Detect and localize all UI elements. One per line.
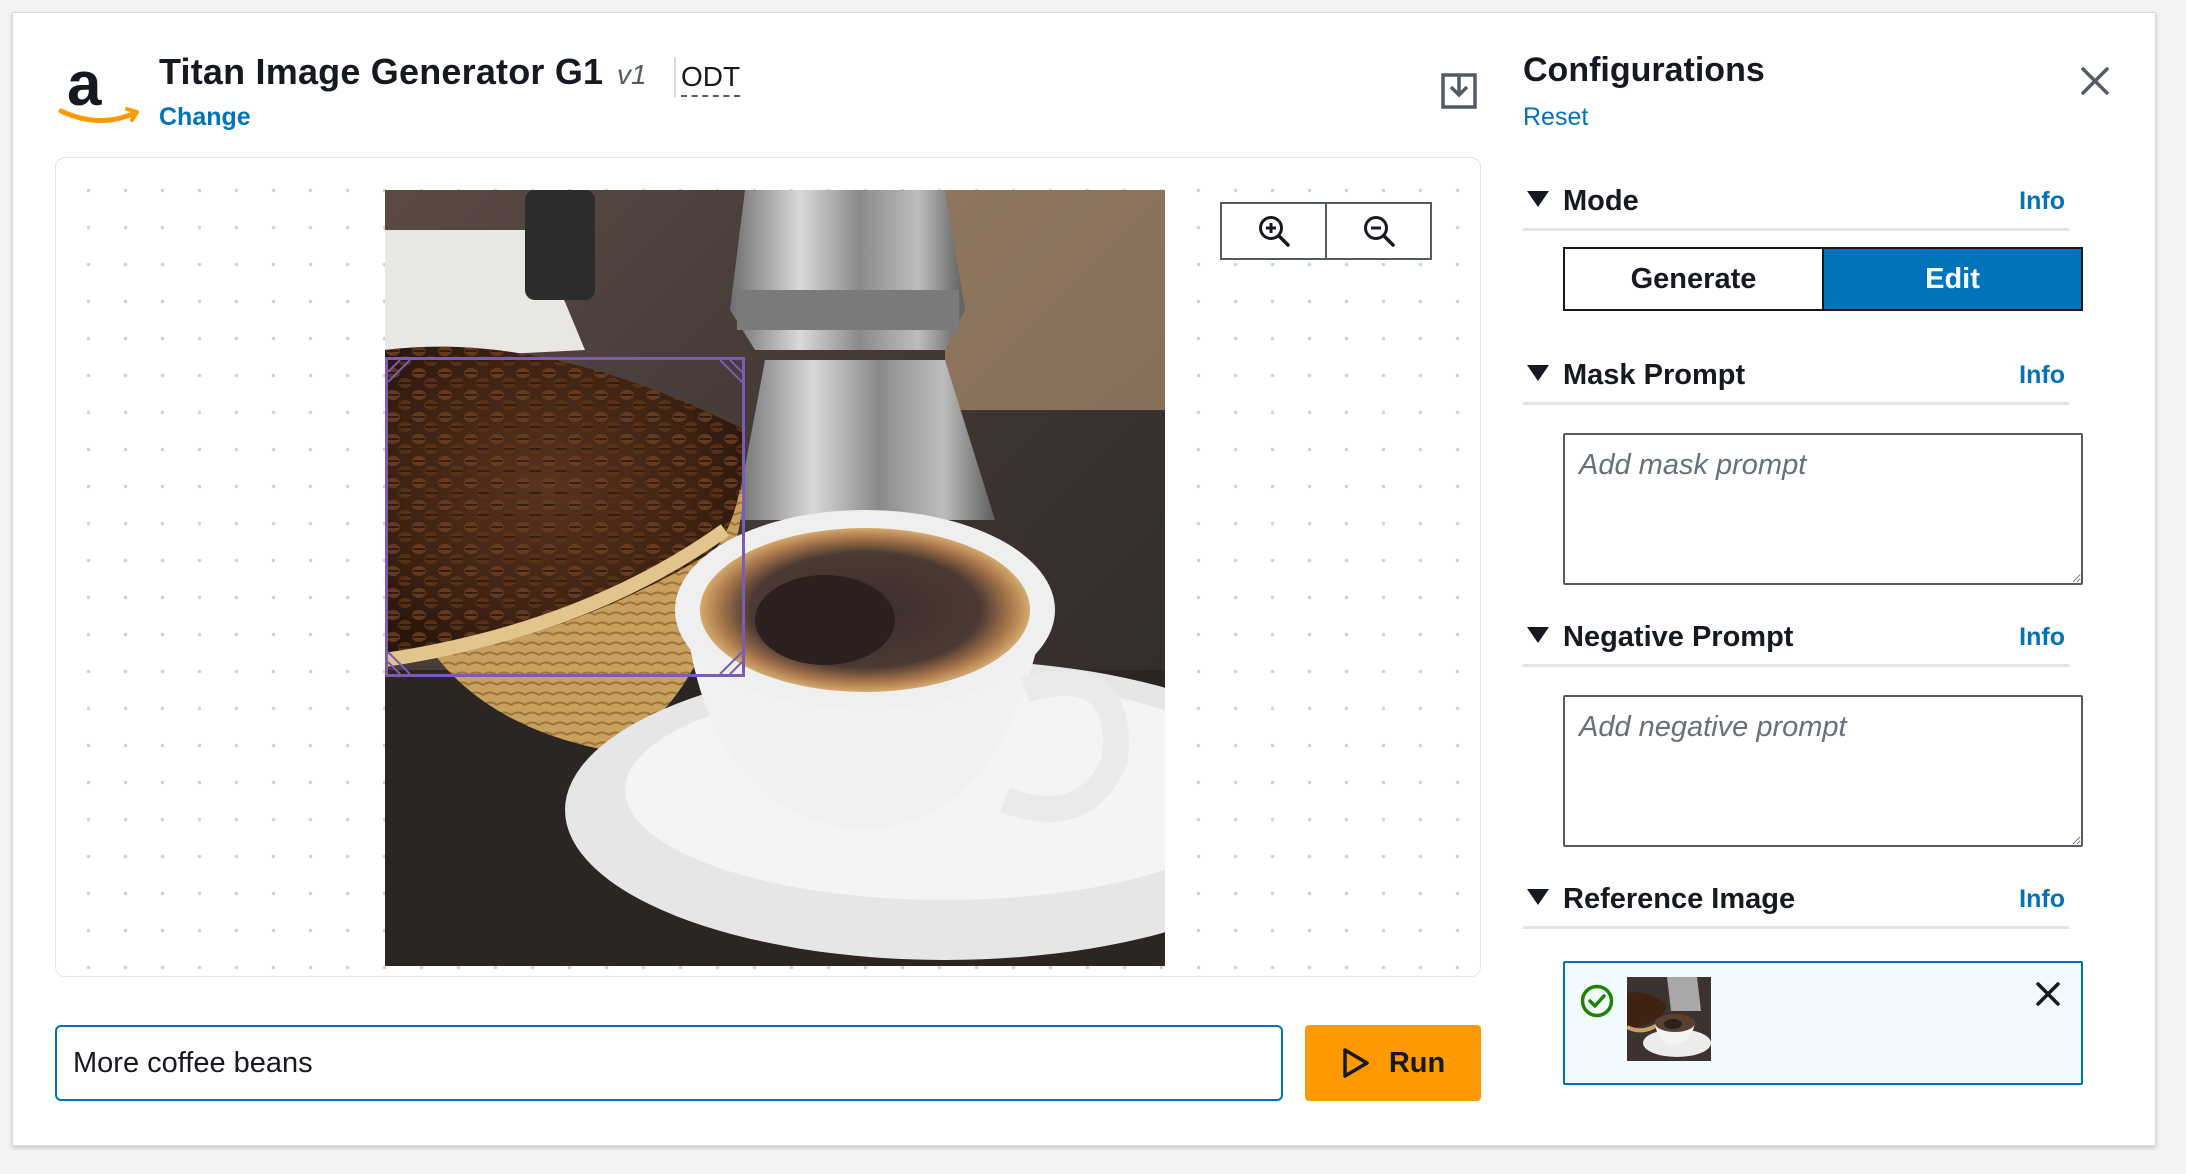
section-mask-prompt-label: Mask Prompt — [1563, 359, 1746, 391]
resize-handle-top-left[interactable] — [386, 358, 412, 384]
mask-prompt-field[interactable] — [1563, 433, 2083, 585]
section-reference-image-label: Reference Image — [1563, 883, 1796, 915]
zoom-in-button[interactable] — [1222, 204, 1325, 258]
caret-down-icon — [1527, 627, 1549, 643]
resize-handle-bottom-left[interactable] — [386, 650, 412, 676]
caret-down-icon — [1527, 365, 1549, 381]
mode-segmented-control: Generate Edit — [1563, 247, 2083, 311]
section-negative-prompt[interactable]: Negative Prompt Info — [1523, 621, 2069, 667]
reference-image-thumbnail — [1627, 977, 1711, 1061]
close-icon[interactable] — [2075, 61, 2115, 101]
section-reference-image[interactable]: Reference Image Info — [1523, 883, 2069, 929]
amazon-logo-icon: a — [58, 53, 139, 124]
image-canvas[interactable] — [55, 157, 1481, 977]
zoom-out-icon — [1363, 216, 1395, 247]
zoom-in-icon — [1258, 216, 1290, 247]
resize-handle-bottom-right[interactable] — [718, 650, 744, 676]
check-circle-icon — [1580, 984, 1614, 1018]
image-playground-panel: a Titan Image Generator G1 v1 ODT Change — [12, 12, 2156, 1146]
caret-down-icon — [1527, 191, 1549, 207]
play-icon — [1343, 1048, 1369, 1078]
section-mode[interactable]: Mode Info — [1523, 185, 2069, 231]
model-name: Titan Image Generator G1 — [159, 51, 604, 92]
svg-text:a: a — [67, 53, 102, 119]
change-model-link[interactable]: Change — [159, 103, 251, 132]
section-mode-label: Mode — [1563, 185, 1639, 217]
mode-info-link[interactable]: Info — [2019, 187, 2065, 216]
run-button[interactable]: Run — [1305, 1025, 1481, 1101]
model-version: v1 — [617, 59, 647, 90]
mode-edit-button[interactable]: Edit — [1822, 249, 2081, 309]
configurations-title: Configurations — [1523, 51, 1765, 89]
mode-generate-button[interactable]: Generate — [1565, 249, 1822, 309]
run-button-label: Run — [1388, 1046, 1446, 1079]
prompt-input[interactable] — [55, 1025, 1283, 1101]
reference-image-token — [1563, 961, 2083, 1085]
reset-link[interactable]: Reset — [1523, 103, 1588, 132]
download-icon[interactable] — [1437, 69, 1481, 113]
model-variant-tooltip[interactable]: ODT — [681, 61, 741, 97]
reference-image-info-link[interactable]: Info — [2019, 885, 2065, 914]
resize-handle-top-right[interactable] — [718, 358, 744, 384]
section-mask-prompt[interactable]: Mask Prompt Info — [1523, 359, 2069, 405]
negative-prompt-info-link[interactable]: Info — [2019, 623, 2065, 652]
header-divider — [674, 57, 676, 97]
mask-prompt-info-link[interactable]: Info — [2019, 361, 2065, 390]
zoom-out-button[interactable] — [1325, 204, 1430, 258]
section-negative-prompt-label: Negative Prompt — [1563, 621, 1794, 653]
remove-reference-icon[interactable] — [2031, 977, 2065, 1011]
zoom-controls — [1220, 202, 1432, 260]
negative-prompt-field[interactable] — [1563, 695, 2083, 847]
caret-down-icon — [1527, 889, 1549, 905]
mask-selection-box[interactable] — [385, 357, 745, 677]
